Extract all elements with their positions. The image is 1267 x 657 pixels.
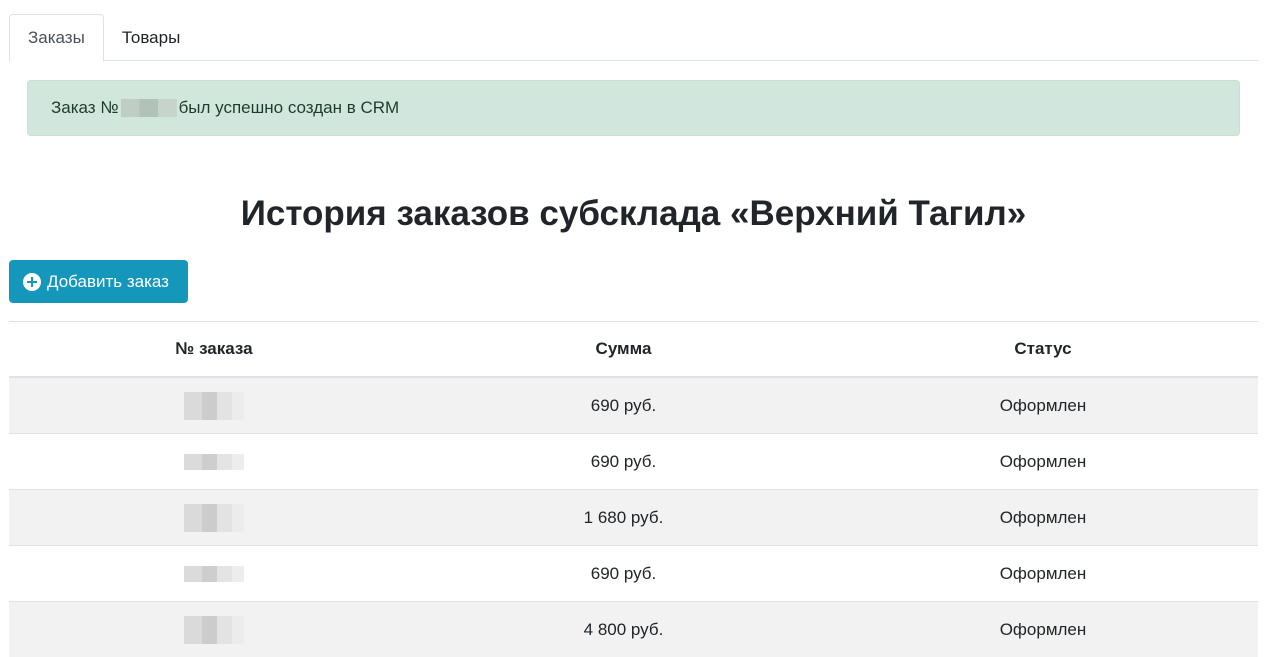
sum-cell: 690 руб.: [419, 546, 828, 602]
add-order-button[interactable]: Добавить заказ: [9, 260, 188, 303]
success-alert: Заказ № был успешно создан в CRM: [27, 80, 1240, 136]
column-header-order-number: № заказа: [9, 322, 419, 378]
alert-suffix: был успешно создан в CRM: [179, 98, 400, 118]
sum-cell: 690 руб.: [419, 377, 828, 434]
redacted-order-number: [184, 504, 244, 532]
order-number-cell: [9, 377, 419, 434]
tabs-bar: Заказы Товары: [9, 14, 1258, 61]
tab-products[interactable]: Товары: [104, 14, 198, 62]
order-number-cell: [9, 490, 419, 546]
status-cell: Оформлен: [828, 546, 1258, 602]
alert-prefix: Заказ №: [51, 98, 119, 118]
orders-table: № заказа Сумма Статус 690 руб. Оформлен …: [9, 321, 1258, 657]
sum-cell: 4 800 руб.: [419, 602, 828, 657]
plus-circle-icon: [23, 273, 41, 291]
redacted-order-number: [121, 99, 177, 117]
redacted-order-number: [184, 616, 244, 644]
redacted-order-number: [184, 392, 244, 420]
add-order-label: Добавить заказ: [47, 272, 169, 292]
table-row[interactable]: 1 680 руб. Оформлен: [9, 490, 1258, 546]
order-number-cell: [9, 546, 419, 602]
status-cell: Оформлен: [828, 377, 1258, 434]
status-cell: Оформлен: [828, 434, 1258, 490]
column-header-sum: Сумма: [419, 322, 828, 378]
table-row[interactable]: 4 800 руб. Оформлен: [9, 602, 1258, 657]
status-cell: Оформлен: [828, 602, 1258, 657]
column-header-status: Статус: [828, 322, 1258, 378]
page-title: История заказов субсклада «Верхний Тагил…: [0, 188, 1267, 240]
table-row[interactable]: 690 руб. Оформлен: [9, 377, 1258, 434]
status-cell: Оформлен: [828, 490, 1258, 546]
order-number-cell: [9, 434, 419, 490]
table-header-row: № заказа Сумма Статус: [9, 322, 1258, 378]
tab-orders[interactable]: Заказы: [9, 14, 104, 62]
redacted-order-number: [184, 566, 244, 582]
sum-cell: 690 руб.: [419, 434, 828, 490]
table-row[interactable]: 690 руб. Оформлен: [9, 434, 1258, 490]
table-row[interactable]: 690 руб. Оформлен: [9, 546, 1258, 602]
order-number-cell: [9, 602, 419, 657]
sum-cell: 1 680 руб.: [419, 490, 828, 546]
redacted-order-number: [184, 454, 244, 470]
